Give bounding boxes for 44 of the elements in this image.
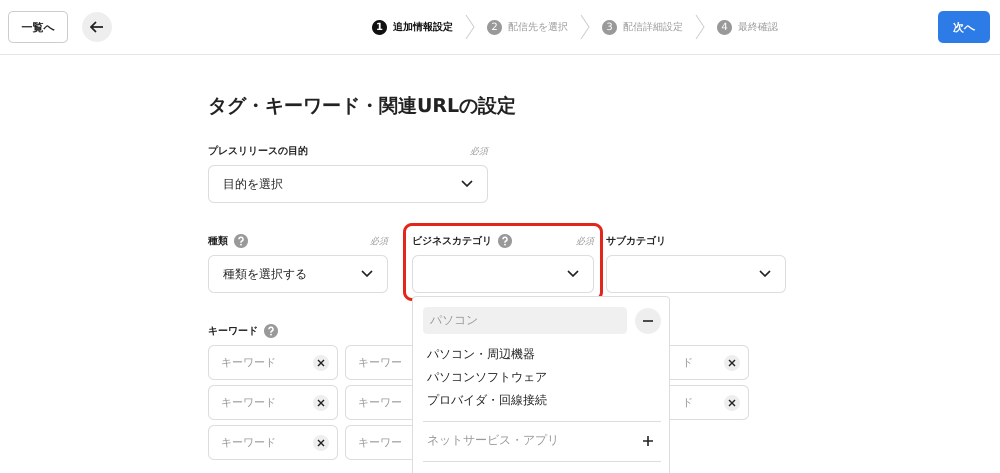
chevron-down-icon <box>567 270 579 278</box>
list-button[interactable]: 一覧へ <box>8 11 68 43</box>
help-icon[interactable] <box>264 324 278 338</box>
keyword-field[interactable]: キーワード <box>208 385 338 420</box>
purpose-select[interactable]: 目的を選択 <box>208 165 488 203</box>
field-label: サブカテゴリ <box>606 234 666 248</box>
field-label: ビジネスカテゴリ <box>412 234 492 248</box>
step-tab[interactable]: 2 配信先を選択 <box>487 20 568 34</box>
chevron-right-icon <box>580 14 590 40</box>
required-label: 必須 <box>370 236 388 248</box>
clear-icon[interactable] <box>724 354 740 370</box>
chevron-right-icon <box>695 14 705 40</box>
keyword-field[interactable]: キーワー <box>345 425 414 460</box>
clear-icon[interactable] <box>313 354 329 370</box>
plus-icon <box>642 434 654 446</box>
category-select[interactable]: 種類を選択する <box>208 255 388 293</box>
group-header[interactable]: パソコン <box>423 307 627 334</box>
collapse-button[interactable] <box>635 308 661 334</box>
field-label: プレスリリースの目的 <box>208 144 308 158</box>
clear-icon[interactable] <box>724 394 740 410</box>
next-button[interactable]: 次へ <box>938 11 990 43</box>
chevron-down-icon <box>461 180 473 188</box>
field-label: キーワード <box>208 325 258 338</box>
chevron-right-icon <box>465 14 475 40</box>
page-title: タグ・キーワード・関連URLの設定 <box>208 94 518 119</box>
back-button[interactable] <box>82 12 112 42</box>
field-label: 種類 <box>208 234 228 248</box>
keyword-field[interactable]: キーワード <box>208 425 338 460</box>
group-header[interactable]: ネットサービス・アプリ <box>423 426 627 455</box>
back-arrow-icon <box>90 21 104 33</box>
step-tab[interactable]: 1 追加情報設定 <box>372 20 453 34</box>
help-icon[interactable] <box>234 234 248 248</box>
chevron-down-icon <box>361 270 373 278</box>
chevron-down-icon <box>759 270 771 278</box>
required-label: 必須 <box>576 236 594 248</box>
clear-icon[interactable] <box>313 394 329 410</box>
help-icon[interactable] <box>498 234 512 248</box>
keyword-field[interactable]: キーワード <box>208 345 338 380</box>
clear-icon[interactable] <box>313 434 329 450</box>
keyword-field[interactable]: キーワー <box>345 385 414 420</box>
step-tab[interactable]: 4 最終確認 <box>717 20 778 34</box>
keyword-field[interactable]: キーワー <box>345 345 414 380</box>
required-label: 必須 <box>470 146 488 158</box>
step-tab[interactable]: 3 配信詳細設定 <box>602 20 683 34</box>
